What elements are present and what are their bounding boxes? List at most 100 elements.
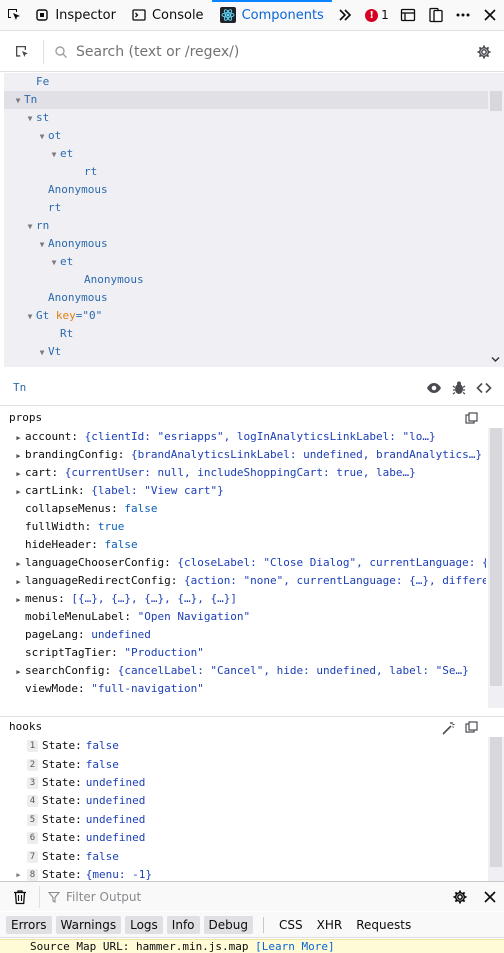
settings-button[interactable] (464, 44, 504, 60)
expand-arrow-icon[interactable]: ▶ (12, 465, 25, 482)
eye-icon[interactable] (426, 380, 442, 396)
copy-icon[interactable] (465, 721, 478, 734)
element-picker-button[interactable] (0, 0, 27, 30)
prop-value[interactable]: "Production" (124, 646, 203, 659)
tab-components[interactable]: Components (211, 0, 333, 30)
options-menu-button[interactable] (449, 0, 476, 30)
select-component-button[interactable] (0, 39, 44, 64)
hook-value[interactable]: undefined (86, 774, 146, 792)
tab-inspector[interactable]: Inspector (27, 0, 124, 30)
close-devtools-button[interactable] (477, 0, 504, 30)
expand-arrow-icon[interactable]: ▶ (14, 866, 23, 881)
filter-info-button[interactable]: Info (166, 915, 200, 934)
hooks-scrollbar[interactable] (488, 737, 504, 881)
tree-node[interactable]: Anonymous (4, 289, 504, 307)
tree-node[interactable]: ▼ Tn (4, 91, 504, 109)
copy-icon[interactable] (465, 412, 478, 425)
hook-value[interactable]: undefined (86, 829, 146, 847)
prop-key: cart: (25, 466, 59, 479)
tree-node[interactable]: ▼ st (4, 109, 504, 127)
prop-value[interactable]: "Open Navigation" (138, 610, 251, 623)
prop-row[interactable]: ▶ menus: [{…}, {…}, {…}, {…}, {…}] (0, 590, 486, 608)
bug-icon[interactable] (452, 380, 466, 396)
expand-toggle-icon[interactable]: ▼ (36, 344, 48, 362)
expand-arrow-icon[interactable]: ▶ (12, 555, 25, 572)
close-icon[interactable] (484, 890, 496, 903)
hook-value[interactable]: undefined (86, 811, 146, 829)
tree-scroll-thumb[interactable] (490, 91, 502, 111)
dock-button[interactable] (422, 0, 449, 30)
tree-node[interactable]: rt (4, 163, 504, 181)
gear-icon[interactable] (452, 889, 468, 905)
prop-row[interactable]: ▶ cartLink: {label: "View cart"} (0, 482, 486, 500)
view-source-icon[interactable] (476, 380, 492, 396)
expand-toggle-icon[interactable]: ▼ (24, 110, 36, 128)
props-scrollbar[interactable] (488, 428, 504, 708)
filter-warnings-button[interactable]: Warnings (55, 915, 122, 934)
learn-more-link[interactable]: [Learn More] (255, 940, 334, 953)
filter-xhr-button[interactable]: XHR (312, 916, 348, 934)
filter-requests-button[interactable]: Requests (351, 916, 416, 934)
tree-node[interactable]: ▼ Anonymous (4, 235, 504, 253)
error-count-badge[interactable]: ! 1 (359, 0, 395, 30)
props-scroll-thumb[interactable] (490, 428, 502, 686)
filter-logs-button[interactable]: Logs (125, 915, 163, 934)
more-tabs-button[interactable] (332, 0, 359, 30)
tree-node[interactable]: ▼ ot (4, 127, 504, 145)
expand-arrow-icon[interactable]: ▶ (12, 573, 25, 590)
magic-wand-icon[interactable] (441, 721, 456, 736)
tree-node[interactable]: ▼ Gt key="0" (4, 307, 504, 325)
expand-toggle-icon[interactable]: ▼ (24, 218, 36, 236)
tree-node[interactable]: ▼ Vt (4, 343, 504, 361)
tree-node[interactable]: Rt (4, 325, 504, 343)
tree-node[interactable]: ▼ rn (4, 217, 504, 235)
prop-row[interactable]: ▶ brandingConfig: {brandAnalyticsLinkLabe… (0, 446, 486, 464)
pick-element-icon (15, 45, 28, 57)
tab-console[interactable]: Console (124, 0, 212, 30)
hook-row[interactable]: ▶ 8 State: {menu: -1} (0, 866, 504, 881)
filter-debug-button[interactable]: Debug (203, 915, 253, 934)
tree-node[interactable]: Anonymous (4, 271, 504, 289)
hook-value[interactable]: {menu: -1} (86, 866, 152, 881)
tree-node[interactable]: Anonymous (4, 181, 504, 199)
expand-arrow-icon[interactable]: ▶ (12, 663, 25, 680)
prop-row[interactable]: ▶ searchConfig: {cancelLabel: "Cancel", h… (0, 662, 486, 680)
hook-value[interactable]: undefined (86, 792, 146, 810)
search-input[interactable] (76, 43, 456, 60)
expand-arrow-icon[interactable]: ▶ (12, 429, 25, 446)
tree-scrollbar[interactable] (488, 73, 504, 367)
prop-value[interactable]: undefined (91, 628, 151, 641)
filter-output-input[interactable] (66, 889, 366, 904)
prop-row[interactable]: ▶ cart: {currentUser: null, includeShoppi… (0, 464, 486, 482)
expand-arrow-icon[interactable]: ▶ (12, 591, 25, 608)
tree-node[interactable]: ▼ et (4, 253, 504, 271)
prop-value[interactable]: false (104, 538, 137, 551)
expand-toggle-icon[interactable]: ▼ (24, 308, 36, 326)
hooks-scroll-thumb[interactable] (490, 737, 502, 867)
expand-toggle-icon[interactable]: ▼ (36, 236, 48, 254)
prop-value[interactable]: false (124, 502, 157, 515)
expand-toggle-icon[interactable]: ▼ (12, 92, 24, 110)
prop-key: languageChooserConfig: (25, 556, 171, 569)
tree-node[interactable]: Fe (4, 73, 504, 91)
prop-row[interactable]: ▶ account: {clientId: "esriapps", logInAn… (0, 428, 486, 446)
tree-node[interactable]: ▼ et (4, 145, 504, 163)
prop-row[interactable]: ▶ languageRedirectConfig: {action: "none"… (0, 572, 486, 590)
hook-value[interactable]: false (86, 737, 119, 755)
expand-toggle-icon[interactable]: ▼ (48, 146, 60, 164)
expand-toggle-icon[interactable]: ▼ (48, 254, 60, 272)
expand-arrow-icon[interactable]: ▶ (12, 447, 25, 464)
prop-value[interactable]: "full-navigation" (91, 682, 204, 695)
tree-node[interactable]: rt (4, 199, 504, 217)
clear-console-button[interactable] (0, 885, 40, 908)
prop-value[interactable]: true (98, 520, 125, 533)
hook-value[interactable]: false (86, 756, 119, 774)
filter-css-button[interactable]: CSS (274, 916, 308, 934)
scroll-down-icon[interactable] (491, 356, 500, 363)
filter-errors-button[interactable]: Errors (6, 915, 52, 934)
hook-value[interactable]: false (86, 848, 119, 866)
split-console-button[interactable] (395, 0, 422, 30)
expand-toggle-icon[interactable]: ▼ (36, 128, 48, 146)
expand-arrow-icon[interactable]: ▶ (12, 483, 25, 500)
prop-row[interactable]: ▶ languageChooserConfig: {closeLabel: "Cl… (0, 554, 486, 572)
